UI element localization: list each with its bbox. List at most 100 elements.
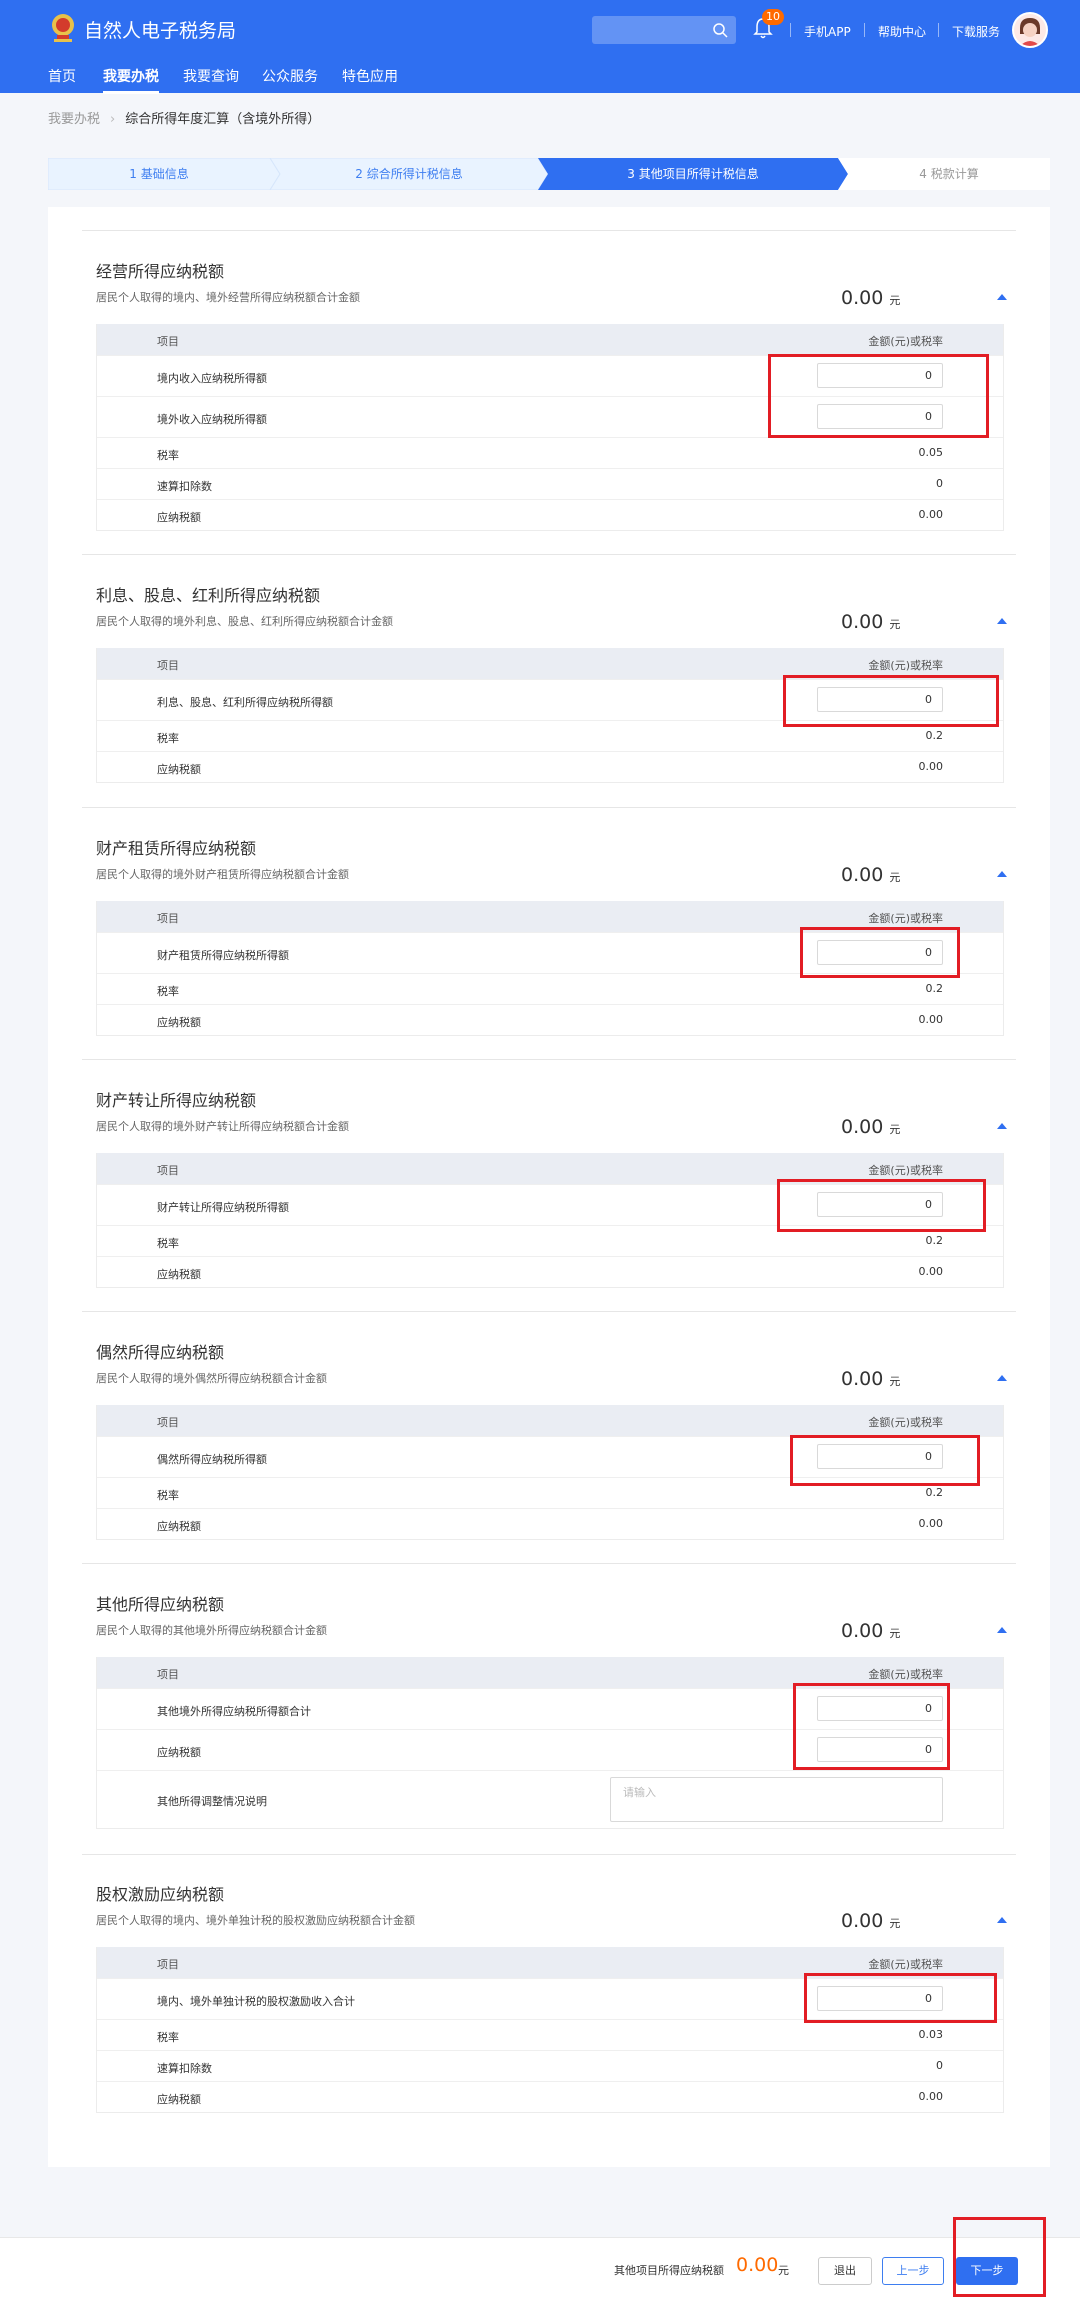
footer-bar: 其他项目所得应纳税额 0.00 元 退出 上一步 下一步 xyxy=(0,2237,1080,2299)
unit-label: 元 xyxy=(889,1627,901,1640)
chevron-up-icon[interactable] xyxy=(996,1916,1008,1924)
nav-home[interactable]: 首页 xyxy=(48,66,76,86)
chevron-up-icon[interactable] xyxy=(996,870,1008,878)
row-label: 税率 xyxy=(157,732,179,745)
row-label: 应纳税额 xyxy=(157,2093,201,2106)
row-value: 0.00 xyxy=(918,508,944,521)
col-header-amount: 金额(元)或税率 xyxy=(868,912,943,925)
chevron-up-icon[interactable] xyxy=(996,1374,1008,1382)
col-header-amount: 金额(元)或税率 xyxy=(868,1416,943,1429)
table-header: 项目 金额(元)或税率 xyxy=(97,324,1003,355)
col-header-amount: 金额(元)或税率 xyxy=(868,659,943,672)
nav-my-tax[interactable]: 我要办税 xyxy=(103,66,159,94)
row-value: 0 xyxy=(936,2059,943,2072)
table-row: 应纳税额 0.00 xyxy=(97,1256,1003,1287)
adjustment-note-textarea[interactable] xyxy=(610,1777,943,1822)
table-row: 应纳税额 0.00 xyxy=(97,2081,1003,2112)
row-value: 0.2 xyxy=(925,1234,944,1247)
row-label: 境内收入应纳税所得额 xyxy=(157,372,267,385)
section-total: 0.00 元 xyxy=(841,1368,900,1390)
step-tax-calc[interactable]: 4 税款计算 xyxy=(848,158,1050,190)
section-divider xyxy=(82,1563,1016,1564)
section-title: 经营所得应纳税额 xyxy=(96,262,225,281)
section-total: 0.00 元 xyxy=(841,864,900,886)
highlight-box xyxy=(793,1683,950,1770)
section-total: 0.00 元 xyxy=(841,1116,900,1138)
unit-label: 元 xyxy=(889,1123,901,1136)
header-divider xyxy=(864,23,865,37)
table-row: 速算扣除数 0 xyxy=(97,468,1003,499)
row-label: 应纳税额 xyxy=(157,1520,201,1533)
header-divider xyxy=(938,23,939,37)
prev-step-button[interactable]: 上一步 xyxy=(882,2257,944,2285)
row-label: 速算扣除数 xyxy=(157,2062,212,2075)
section-total: 0.00 元 xyxy=(841,611,900,633)
nav-query[interactable]: 我要查询 xyxy=(183,66,239,86)
tax-emblem-icon[interactable] xyxy=(48,12,78,44)
row-label: 偶然所得应纳税所得额 xyxy=(157,1453,267,1466)
row-value: 0.00 xyxy=(918,1013,944,1026)
step-comprehensive-income[interactable]: 2 综合所得计税信息 xyxy=(280,158,538,190)
section-total-value: 0.00 xyxy=(841,611,884,633)
table-row: 应纳税额 0.00 xyxy=(97,1004,1003,1035)
row-label: 速算扣除数 xyxy=(157,480,212,493)
site-title[interactable]: 自然人电子税务局 xyxy=(84,16,236,43)
row-value: 0.2 xyxy=(925,982,944,995)
col-header-item: 项目 xyxy=(157,1416,179,1429)
row-label: 应纳税额 xyxy=(157,1016,201,1029)
row-label: 应纳税额 xyxy=(157,1746,201,1759)
highlight-box xyxy=(777,1179,986,1232)
nav-public-service[interactable]: 公众服务 xyxy=(262,66,318,86)
section-desc: 居民个人取得的境外财产租赁所得应纳税额合计金额 xyxy=(96,868,349,881)
section-title: 财产租赁所得应纳税额 xyxy=(96,839,257,858)
row-value: 0.2 xyxy=(925,729,944,742)
chevron-up-icon[interactable] xyxy=(996,1626,1008,1634)
row-label: 应纳税额 xyxy=(157,511,201,524)
highlight-box xyxy=(783,675,999,727)
table-row: 其他所得调整情况说明 xyxy=(97,1770,1003,1828)
row-label: 境外收入应纳税所得额 xyxy=(157,413,267,426)
section-total: 0.00 元 xyxy=(841,1910,900,1932)
footer-unit: 元 xyxy=(778,2264,789,2277)
row-value: 0.05 xyxy=(918,446,944,459)
chevron-up-icon[interactable] xyxy=(996,617,1008,625)
table-row: 应纳税额 0.00 xyxy=(97,1508,1003,1539)
step-other-income[interactable]: 3 其他项目所得计税信息 xyxy=(548,158,838,190)
col-header-item: 项目 xyxy=(157,1668,179,1681)
section-title: 利息、股息、红利所得应纳税额 xyxy=(96,586,321,605)
breadcrumb-parent[interactable]: 我要办税 xyxy=(48,112,100,127)
section-total: 0.00 元 xyxy=(841,1620,900,1642)
download-service-link[interactable]: 下载服务 xyxy=(952,23,1000,40)
mobile-app-link[interactable]: 手机APP xyxy=(804,23,851,40)
chevron-up-icon[interactable] xyxy=(996,293,1008,301)
notification-badge: 10 xyxy=(762,9,784,25)
search-icon[interactable] xyxy=(712,22,728,38)
row-label: 境内、境外单独计税的股权激励收入合计 xyxy=(157,1995,355,2008)
chevron-up-icon[interactable] xyxy=(996,1122,1008,1130)
step-progress: 1 基础信息 2 综合所得计税信息 3 其他项目所得计税信息 4 税款计算 xyxy=(48,158,1050,190)
section-total-value: 0.00 xyxy=(841,287,884,309)
col-header-amount: 金额(元)或税率 xyxy=(868,1668,943,1681)
nav-featured[interactable]: 特色应用 xyxy=(342,66,398,86)
row-label: 税率 xyxy=(157,985,179,998)
user-avatar-icon xyxy=(1014,14,1046,46)
help-center-link[interactable]: 帮助中心 xyxy=(878,23,926,40)
section-total-value: 0.00 xyxy=(841,864,884,886)
section-total: 0.00 元 xyxy=(841,287,900,309)
row-label: 应纳税额 xyxy=(157,763,201,776)
row-label: 其他境外所得应纳税所得额合计 xyxy=(157,1705,311,1718)
avatar[interactable] xyxy=(1012,12,1048,48)
section-desc: 居民个人取得的境外财产转让所得应纳税额合计金额 xyxy=(96,1120,349,1133)
col-header-amount: 金额(元)或税率 xyxy=(868,1958,943,1971)
footer-total-amount: 0.00 xyxy=(736,2254,779,2276)
unit-label: 元 xyxy=(889,294,901,307)
search-input[interactable] xyxy=(592,16,736,44)
unit-label: 元 xyxy=(889,1375,901,1388)
exit-button[interactable]: 退出 xyxy=(818,2257,872,2285)
top-header: 自然人电子税务局 10 手机APP 帮助中心 下载服务 首页 我要办税 我要查询… xyxy=(0,0,1080,94)
section-desc: 居民个人取得的境外偶然所得应纳税额合计金额 xyxy=(96,1372,327,1385)
step-basic-info[interactable]: 1 基础信息 xyxy=(48,158,270,190)
section-total-value: 0.00 xyxy=(841,1116,884,1138)
chevron-right-icon: › xyxy=(110,112,116,127)
section-divider xyxy=(82,1311,1016,1312)
